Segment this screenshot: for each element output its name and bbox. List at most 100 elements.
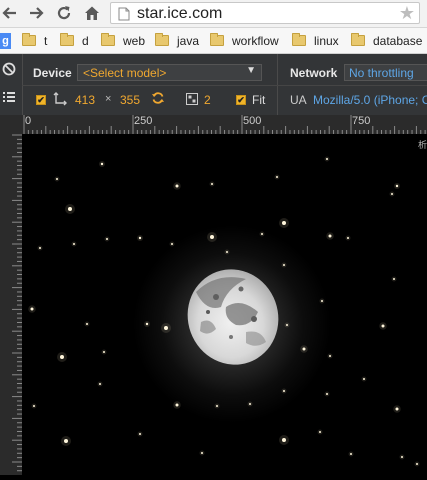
fit-checkbox[interactable]: ✔ — [236, 95, 246, 105]
apps-icon[interactable]: g — [0, 33, 11, 49]
star — [350, 453, 352, 455]
star — [175, 184, 179, 188]
bookmark-folder-d[interactable]: d — [60, 32, 89, 49]
star — [68, 207, 72, 211]
star — [395, 407, 399, 411]
star — [39, 247, 41, 249]
bookmark-label: database — [373, 33, 423, 48]
url-text: star.ice.com — [137, 5, 223, 22]
bookmark-label: linux — [314, 33, 339, 48]
bookmarks-bar: g t d web java workflow linux database — [0, 28, 427, 54]
dropdown-arrow-icon: ▼ — [246, 65, 256, 76]
bookmark-label: java — [177, 33, 200, 48]
width-input[interactable]: 413 — [75, 93, 95, 107]
star — [106, 238, 108, 240]
bookmark-label: t — [44, 33, 48, 48]
height-input[interactable]: 355 — [120, 93, 140, 107]
ruler-label-500: 500 — [243, 115, 262, 127]
device-label: Device — [33, 66, 72, 80]
vertical-ruler — [0, 115, 22, 475]
star — [138, 236, 142, 240]
star — [393, 278, 395, 280]
reload-icon[interactable] — [54, 3, 74, 23]
bookmark-folder-java[interactable]: java — [155, 32, 199, 49]
folder-icon — [292, 33, 306, 46]
folder-icon — [101, 33, 115, 46]
star — [319, 431, 321, 433]
resolution-checkbox[interactable]: ✔ — [36, 95, 46, 105]
star — [56, 178, 58, 180]
throttle-value: No throttling — [349, 66, 414, 80]
star — [363, 378, 365, 380]
star — [347, 237, 349, 239]
model-select-value: <Select model> — [83, 66, 167, 80]
scale-input[interactable]: 2 — [204, 93, 211, 107]
star — [30, 307, 34, 311]
star — [401, 456, 403, 458]
page-icon — [118, 7, 130, 21]
folder-icon — [22, 33, 36, 46]
star — [33, 405, 35, 407]
network-throttle-select[interactable]: No throttling — [344, 64, 427, 81]
star — [64, 439, 68, 443]
ruler-label-0: 0 — [25, 115, 32, 127]
overflow-text: 析 — [417, 140, 427, 150]
times-sign: × — [105, 93, 112, 105]
star — [201, 452, 203, 454]
device-pixel-ratio-icon — [186, 92, 198, 105]
bookmark-folder-workflow[interactable]: workflow — [210, 32, 279, 49]
bookmark-folder-linux[interactable]: linux — [292, 32, 339, 49]
star — [139, 433, 141, 435]
browser-toolbar: star.ice.com ★ — [0, 0, 427, 28]
star — [73, 243, 75, 245]
star — [211, 183, 213, 185]
star — [99, 383, 101, 385]
forward-icon[interactable] — [26, 3, 46, 23]
folder-icon — [60, 33, 74, 46]
vertical-ruler-ticks — [12, 134, 22, 472]
star — [60, 355, 64, 359]
folder-icon — [351, 33, 365, 46]
divider — [22, 85, 427, 86]
horizontal-ruler: 0 250 500 750 — [22, 115, 427, 134]
star — [326, 158, 328, 160]
folder-icon — [210, 33, 224, 46]
bookmark-label: web — [123, 33, 146, 48]
user-agent-input[interactable]: Mozilla/5.0 (iPhone; C — [313, 93, 427, 107]
ruler-label-250: 250 — [134, 115, 153, 127]
bookmark-folder-web[interactable]: web — [101, 32, 145, 49]
star — [391, 193, 393, 195]
star — [103, 351, 105, 353]
emulated-viewport[interactable]: 析 — [22, 134, 427, 475]
bookmark-folder-database[interactable]: database — [351, 32, 422, 49]
bookmark-star-icon[interactable]: ★ — [399, 3, 415, 24]
star — [282, 221, 286, 225]
star — [100, 162, 104, 166]
folder-icon — [155, 33, 169, 46]
no-entry-icon[interactable] — [2, 62, 16, 76]
bookmark-folder-t[interactable]: t — [22, 32, 47, 49]
star — [282, 438, 286, 442]
star — [86, 323, 88, 325]
star — [329, 355, 331, 357]
back-icon[interactable] — [0, 3, 20, 23]
home-icon[interactable] — [82, 3, 102, 23]
star — [276, 176, 278, 178]
star — [395, 184, 399, 188]
resolution-icon — [53, 92, 67, 106]
ua-label: UA — [290, 93, 307, 107]
device-model-select[interactable]: <Select model> ▼ — [77, 64, 262, 81]
star — [328, 234, 332, 238]
star — [416, 463, 418, 465]
bookmark-label: workflow — [232, 33, 279, 48]
fit-label: Fit — [252, 93, 266, 107]
network-label: Network — [290, 66, 338, 80]
star — [381, 324, 385, 328]
menu-list-icon[interactable] — [3, 90, 15, 102]
ruler-label-750: 750 — [352, 115, 371, 127]
bookmark-label: d — [82, 33, 89, 48]
swap-dimensions-icon[interactable] — [151, 91, 165, 105]
moon-image — [187, 269, 279, 365]
star — [326, 393, 328, 395]
address-bar[interactable]: star.ice.com ★ — [110, 2, 420, 24]
